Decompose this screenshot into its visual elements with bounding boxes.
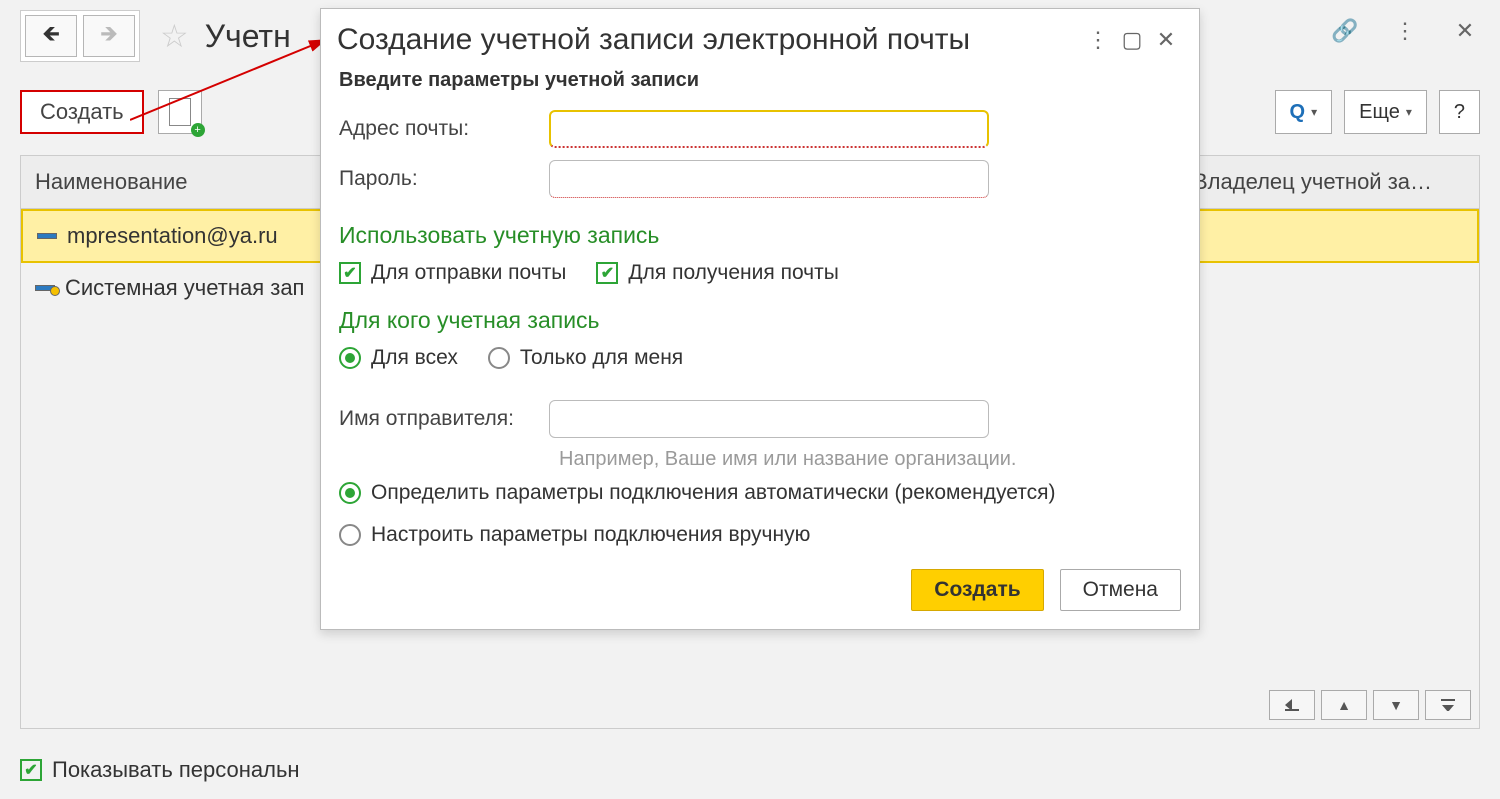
- for-whom-radios: Для всех Только для меня: [321, 342, 1199, 374]
- dialog-subtitle: Введите параметры учетной записи: [321, 65, 1199, 104]
- create-btn-label: Создать: [934, 578, 1020, 601]
- password-label: Пароль:: [339, 167, 539, 191]
- page-up-button[interactable]: ▲: [1321, 690, 1367, 720]
- send-check[interactable]: ✔ Для отправки почты: [339, 261, 566, 285]
- close-icon[interactable]: ✕: [1450, 18, 1480, 44]
- page-icon: [169, 98, 191, 126]
- for-me-radio[interactable]: Только для меня: [488, 346, 683, 370]
- col-name[interactable]: Наименование: [21, 156, 321, 208]
- show-personal-label: Показывать персональн: [52, 757, 300, 783]
- back-button[interactable]: 🡸: [25, 15, 77, 57]
- mail-icon: [37, 233, 57, 239]
- page-down-button[interactable]: ▼: [1373, 690, 1419, 720]
- kebab-menu-icon[interactable]: ⋮: [1390, 18, 1420, 44]
- email-label: Адрес почты:: [339, 117, 539, 141]
- maximize-icon[interactable]: ▢: [1115, 27, 1149, 53]
- nav-group: 🡸 🡺: [20, 10, 140, 62]
- arrow-right-icon: 🡺: [100, 17, 118, 55]
- create-copy-button[interactable]: +: [158, 90, 202, 134]
- dialog-header: Создание учетной записи электронной почт…: [321, 9, 1199, 65]
- send-label: Для отправки почты: [371, 261, 566, 285]
- toolbar-right: Q ▾ Еще ▾ ?: [1275, 90, 1480, 134]
- for-all-radio[interactable]: Для всех: [339, 346, 458, 370]
- password-input[interactable]: [549, 160, 989, 198]
- radio-icon: [339, 347, 361, 369]
- sender-label: Имя отправителя:: [339, 407, 539, 431]
- dialog-actions: Создать Отмена: [321, 557, 1199, 611]
- more-label: Еще: [1359, 101, 1400, 124]
- window-controls: 🔗 ⋮ ✕: [1330, 18, 1480, 44]
- checkbox-icon: ✔: [596, 262, 618, 284]
- auto-connection-radio[interactable]: Определить параметры подключения автомат…: [339, 481, 1181, 505]
- checkbox-icon: ✔: [20, 759, 42, 781]
- create-label: Создать: [40, 99, 124, 125]
- receive-check[interactable]: ✔ Для получения почты: [596, 261, 838, 285]
- dialog-cancel-button[interactable]: Отмена: [1060, 569, 1181, 611]
- show-personal-check[interactable]: ✔ Показывать персональн: [20, 757, 300, 783]
- page-first-button[interactable]: [1269, 690, 1315, 720]
- sender-field-row: Имя отправителя:: [321, 394, 1199, 444]
- section-for-whom: Для кого учетная запись: [321, 289, 1199, 342]
- auto-label: Определить параметры подключения автомат…: [371, 481, 1055, 505]
- chevron-down-icon: ▾: [1311, 105, 1317, 119]
- for-me-label: Только для меня: [520, 346, 683, 370]
- connection-radios: Определить параметры подключения автомат…: [321, 471, 1199, 557]
- row-label: Системная учетная зап: [65, 275, 304, 301]
- close-icon[interactable]: ✕: [1149, 27, 1183, 53]
- radio-icon: [339, 524, 361, 546]
- forward-button[interactable]: 🡺: [83, 15, 135, 57]
- help-button[interactable]: ?: [1439, 90, 1480, 134]
- section-use-account: Использовать учетную запись: [321, 204, 1199, 257]
- radio-icon: [488, 347, 510, 369]
- search-icon: Q: [1290, 101, 1306, 124]
- manual-connection-radio[interactable]: Настроить параметры подключения вручную: [339, 523, 1181, 547]
- link-icon[interactable]: 🔗: [1330, 18, 1360, 44]
- sender-hint: Например, Ваше имя или название организа…: [321, 444, 1199, 471]
- kebab-menu-icon[interactable]: ⋮: [1081, 27, 1115, 53]
- favorite-icon[interactable]: ☆: [160, 17, 189, 55]
- receive-label: Для получения почты: [628, 261, 838, 285]
- plus-icon: +: [191, 123, 205, 137]
- sender-input[interactable]: [549, 400, 989, 438]
- checkbox-icon: ✔: [339, 262, 361, 284]
- for-all-label: Для всех: [371, 346, 458, 370]
- row-label: mpresentation@ya.ru: [67, 223, 278, 249]
- arrow-left-icon: 🡸: [42, 17, 60, 55]
- more-button[interactable]: Еще ▾: [1344, 90, 1427, 134]
- page-last-button[interactable]: [1425, 690, 1471, 720]
- cancel-btn-label: Отмена: [1083, 578, 1158, 601]
- email-field-row: Адрес почты:: [321, 104, 1199, 154]
- password-field-row: Пароль:: [321, 154, 1199, 204]
- create-area: Создать +: [20, 90, 202, 134]
- dialog-create-button[interactable]: Создать: [911, 569, 1043, 611]
- help-label: ?: [1454, 101, 1465, 124]
- search-button[interactable]: Q ▾: [1275, 90, 1333, 134]
- system-mail-icon: [35, 285, 55, 291]
- chevron-down-icon: ▾: [1406, 105, 1412, 119]
- manual-label: Настроить параметры подключения вручную: [371, 523, 810, 547]
- create-account-dialog: Создание учетной записи электронной почт…: [320, 8, 1200, 630]
- pager: ▲ ▼: [1269, 690, 1471, 720]
- create-button[interactable]: Создать: [20, 90, 144, 134]
- checks-row: ✔ Для отправки почты ✔ Для получения поч…: [321, 257, 1199, 289]
- email-input[interactable]: [549, 110, 989, 148]
- dialog-title: Создание учетной записи электронной почт…: [337, 23, 1081, 57]
- radio-icon: [339, 482, 361, 504]
- col-owner[interactable]: Владелец учетной за…: [1179, 156, 1479, 208]
- page-title: Учетн: [205, 18, 291, 55]
